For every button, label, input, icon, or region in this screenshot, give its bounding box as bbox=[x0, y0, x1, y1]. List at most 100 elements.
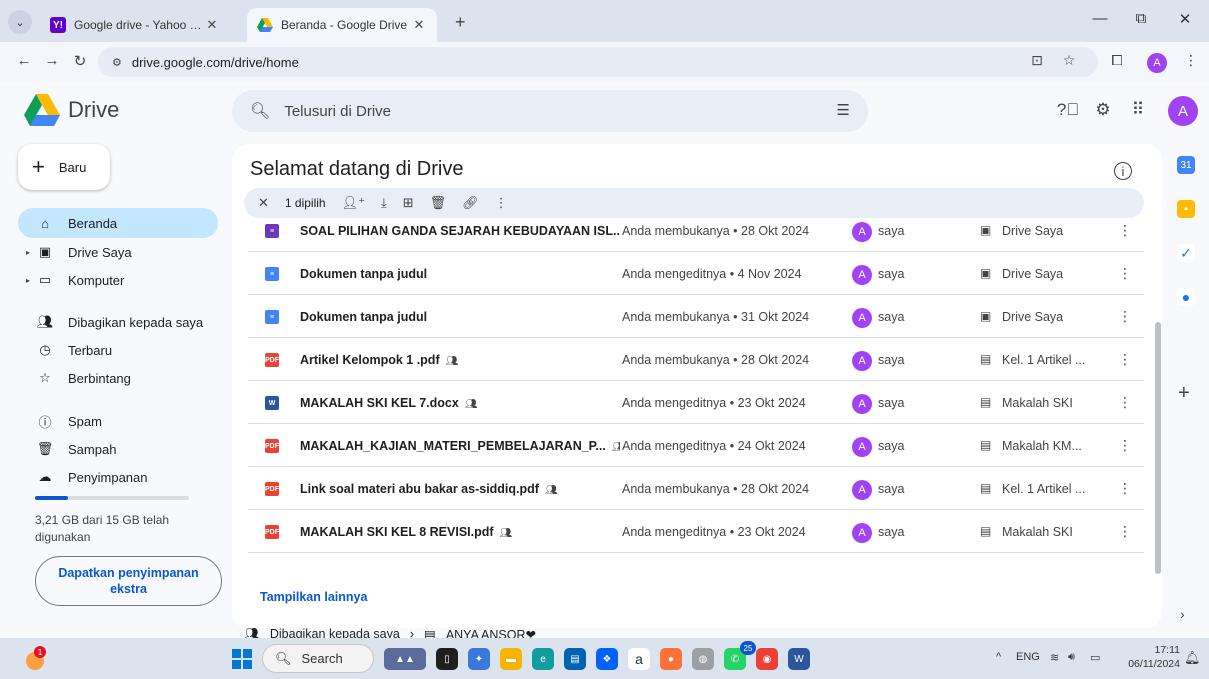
news-widget-icon[interactable]: ▲▲ bbox=[384, 648, 426, 670]
more-actions-icon[interactable]: ⋮ bbox=[1118, 523, 1132, 540]
more-actions-icon[interactable]: ⋮ bbox=[1118, 265, 1132, 282]
drive-search-input[interactable]: 🔍︎ Telusuri di Drive ☰ bbox=[232, 90, 868, 132]
window-close-icon[interactable]: ✕ bbox=[1170, 10, 1200, 28]
file-location[interactable]: Drive Saya bbox=[1002, 310, 1112, 324]
store-icon[interactable]: ▤ bbox=[564, 648, 586, 670]
file-row[interactable]: ≡ Dokumen tanpa judul Anda mengeditnya • 4… bbox=[248, 253, 1144, 295]
file-location[interactable]: Kel. 1 Artikel ... bbox=[1002, 482, 1112, 496]
scrollbar-thumb[interactable] bbox=[1155, 322, 1161, 574]
sidebar-item-starred[interactable]: ☆ Berbintang bbox=[18, 363, 218, 393]
more-actions-icon[interactable]: ⋮ bbox=[495, 195, 508, 211]
edge-browser-icon[interactable]: e bbox=[532, 648, 554, 670]
volume-icon[interactable]: 🔊︎ bbox=[1068, 651, 1075, 664]
more-actions-icon[interactable]: ⋮ bbox=[1118, 437, 1132, 454]
dropbox-icon[interactable]: ❖ bbox=[596, 648, 618, 670]
file-location[interactable]: Makalah SKI bbox=[1002, 525, 1112, 539]
site-info-icon[interactable]: ⚙ bbox=[112, 56, 122, 69]
task-view-icon[interactable]: ▯ bbox=[436, 648, 458, 670]
browser-profile-avatar[interactable]: A bbox=[1147, 53, 1167, 73]
info-icon[interactable]: i bbox=[1114, 162, 1132, 180]
wifi-icon[interactable]: ≋ bbox=[1050, 651, 1059, 664]
chrome-icon[interactable]: ◉ bbox=[756, 648, 778, 670]
copy-link-icon[interactable]: 🔗︎ bbox=[462, 195, 479, 211]
new-tab-plus-icon[interactable]: + bbox=[455, 12, 466, 33]
keep-icon[interactable]: ▪ bbox=[1177, 200, 1195, 218]
more-actions-icon[interactable]: ⋮ bbox=[1118, 480, 1132, 497]
bookmark-star-icon[interactable]: ☆ bbox=[1058, 52, 1080, 69]
file-location[interactable]: Makalah KM... bbox=[1002, 439, 1112, 453]
input-language[interactable]: ENG bbox=[1016, 651, 1040, 663]
sidebar-item-my-drive[interactable]: ▸ ▣ Drive Saya bbox=[18, 237, 218, 267]
file-location[interactable]: Kel. 1 Artikel ... bbox=[1002, 353, 1112, 367]
more-actions-icon[interactable]: ⋮ bbox=[1118, 394, 1132, 411]
expand-caret-icon[interactable]: ▸ bbox=[26, 276, 34, 285]
copilot-icon[interactable]: ✦ bbox=[468, 648, 490, 670]
tasks-icon[interactable]: ✓ bbox=[1177, 244, 1195, 262]
hide-side-panel-chevron-icon[interactable]: › bbox=[1180, 606, 1185, 622]
get-addons-plus-icon[interactable]: + bbox=[1178, 382, 1190, 405]
close-icon[interactable]: ✕ bbox=[204, 17, 220, 33]
notification-bell-icon[interactable]: 🔔︎ bbox=[1184, 650, 1201, 666]
more-actions-icon[interactable]: ⋮ bbox=[1118, 351, 1132, 368]
browser-menu-icon[interactable]: ⋮ bbox=[1180, 52, 1202, 69]
trash-icon[interactable]: 🗑︎ bbox=[430, 195, 447, 211]
get-more-storage-button[interactable]: Dapatkan penyimpanan ekstra bbox=[35, 556, 222, 606]
amazon-icon[interactable]: a bbox=[628, 648, 650, 670]
sidebar-item-storage[interactable]: ☁ Penyimpanan bbox=[18, 462, 218, 492]
drive-logo[interactable]: Drive bbox=[24, 94, 119, 126]
file-row[interactable]: W MAKALAH SKI KEL 7.docx 👥︎ Anda mengeditny… bbox=[248, 382, 1144, 424]
sidebar-item-trash[interactable]: 🗑︎ Sampah bbox=[18, 434, 218, 464]
app-globe-icon[interactable]: ◍ bbox=[692, 648, 714, 670]
more-actions-icon[interactable]: ⋮ bbox=[1118, 308, 1132, 325]
file-row[interactable]: ≡ SOAL PILIHAN GANDA SEJARAH KEBUDAYAAN I… bbox=[248, 218, 1144, 252]
install-app-icon[interactable]: ⊡ bbox=[1026, 52, 1048, 69]
tab-yahoo[interactable]: Y! Google drive - Yahoo Hasil Pencarian … bbox=[40, 8, 230, 42]
apps-grid-icon[interactable]: ⠿ bbox=[1126, 100, 1150, 120]
search-options-icon[interactable]: ☰ bbox=[837, 101, 850, 119]
file-location[interactable]: Drive Saya bbox=[1002, 267, 1112, 281]
file-location[interactable]: Makalah SKI bbox=[1002, 396, 1112, 410]
expand-caret-icon[interactable]: ▸ bbox=[26, 248, 34, 257]
calendar-icon[interactable]: 31 bbox=[1177, 156, 1195, 174]
minimize-icon[interactable]: — bbox=[1085, 10, 1115, 27]
word-icon[interactable]: W bbox=[788, 648, 810, 670]
file-explorer-icon[interactable]: ▬ bbox=[500, 648, 522, 670]
show-hidden-icons-chevron-icon[interactable]: ^ bbox=[996, 651, 1001, 663]
sidebar-item-shared-with-me[interactable]: 👥︎ Dibagikan kepada saya bbox=[18, 307, 218, 337]
address-bar[interactable]: ⚙ drive.google.com/drive/home bbox=[98, 47, 1098, 77]
clear-selection-close-icon[interactable]: ✕ bbox=[258, 195, 269, 211]
taskbar-search-input[interactable]: 🔍︎ Search bbox=[262, 644, 374, 673]
new-button[interactable]: + Baru bbox=[18, 144, 110, 190]
tab-search-chevron-icon[interactable]: ⌄ bbox=[8, 10, 32, 34]
file-location[interactable]: Drive Saya bbox=[1002, 224, 1112, 238]
sidebar-item-recent[interactable]: ◷ Terbaru bbox=[18, 335, 218, 365]
show-more-link[interactable]: Tampilkan lainnya bbox=[260, 590, 367, 604]
sidebar-item-computers[interactable]: ▸ ▭ Komputer bbox=[18, 265, 218, 295]
file-row[interactable]: PDF Artikel Kelompok 1 .pdf 👥︎ Anda membuka… bbox=[248, 339, 1144, 381]
move-to-folder-icon[interactable]: ⊞ bbox=[403, 195, 414, 211]
help-icon[interactable]: ?⃝ bbox=[1056, 100, 1080, 120]
more-actions-icon[interactable]: ⋮ bbox=[1118, 222, 1132, 239]
share-add-person-icon[interactable]: 👤︎⁺ bbox=[342, 195, 365, 211]
close-icon[interactable]: ✕ bbox=[411, 17, 427, 33]
contacts-icon[interactable]: ● bbox=[1177, 288, 1195, 306]
extensions-icon[interactable]: ⧠ bbox=[1106, 52, 1128, 69]
file-row[interactable]: PDF MAKALAH SKI KEL 8 REVISI.pdf 👥︎ Anda me… bbox=[248, 511, 1144, 553]
restore-icon[interactable]: ⧉ bbox=[1126, 10, 1156, 27]
sidebar-item-home[interactable]: ⌂ Beranda bbox=[18, 208, 218, 238]
windows-start-icon[interactable] bbox=[232, 649, 252, 669]
file-row[interactable]: ≡ Dokumen tanpa judul Anda membukanya • 31… bbox=[248, 296, 1144, 338]
weather-widget[interactable]: 1 bbox=[22, 644, 50, 672]
system-clock[interactable]: 17:11 06/11/2024 bbox=[1118, 643, 1180, 671]
firefox-icon[interactable]: ● bbox=[660, 648, 682, 670]
file-row[interactable]: PDF MAKALAH_KAJIAN_MATERI_PEMBELAJARAN_P.… bbox=[248, 425, 1144, 467]
file-row[interactable]: PDF Link soal materi abu bakar as-siddiq.… bbox=[248, 468, 1144, 510]
tab-drive[interactable]: Beranda - Google Drive ✕ bbox=[247, 8, 437, 42]
settings-gear-icon[interactable]: ⚙ bbox=[1091, 100, 1115, 120]
sidebar-item-spam[interactable]: ⓘ Spam bbox=[18, 406, 218, 436]
back-arrow-icon[interactable]: ← bbox=[12, 52, 36, 69]
forward-arrow-icon[interactable]: → bbox=[40, 52, 64, 69]
reload-icon[interactable]: ↻ bbox=[68, 52, 92, 70]
download-icon[interactable]: ⤓ bbox=[381, 195, 387, 211]
battery-icon[interactable]: ▭ bbox=[1090, 651, 1100, 664]
